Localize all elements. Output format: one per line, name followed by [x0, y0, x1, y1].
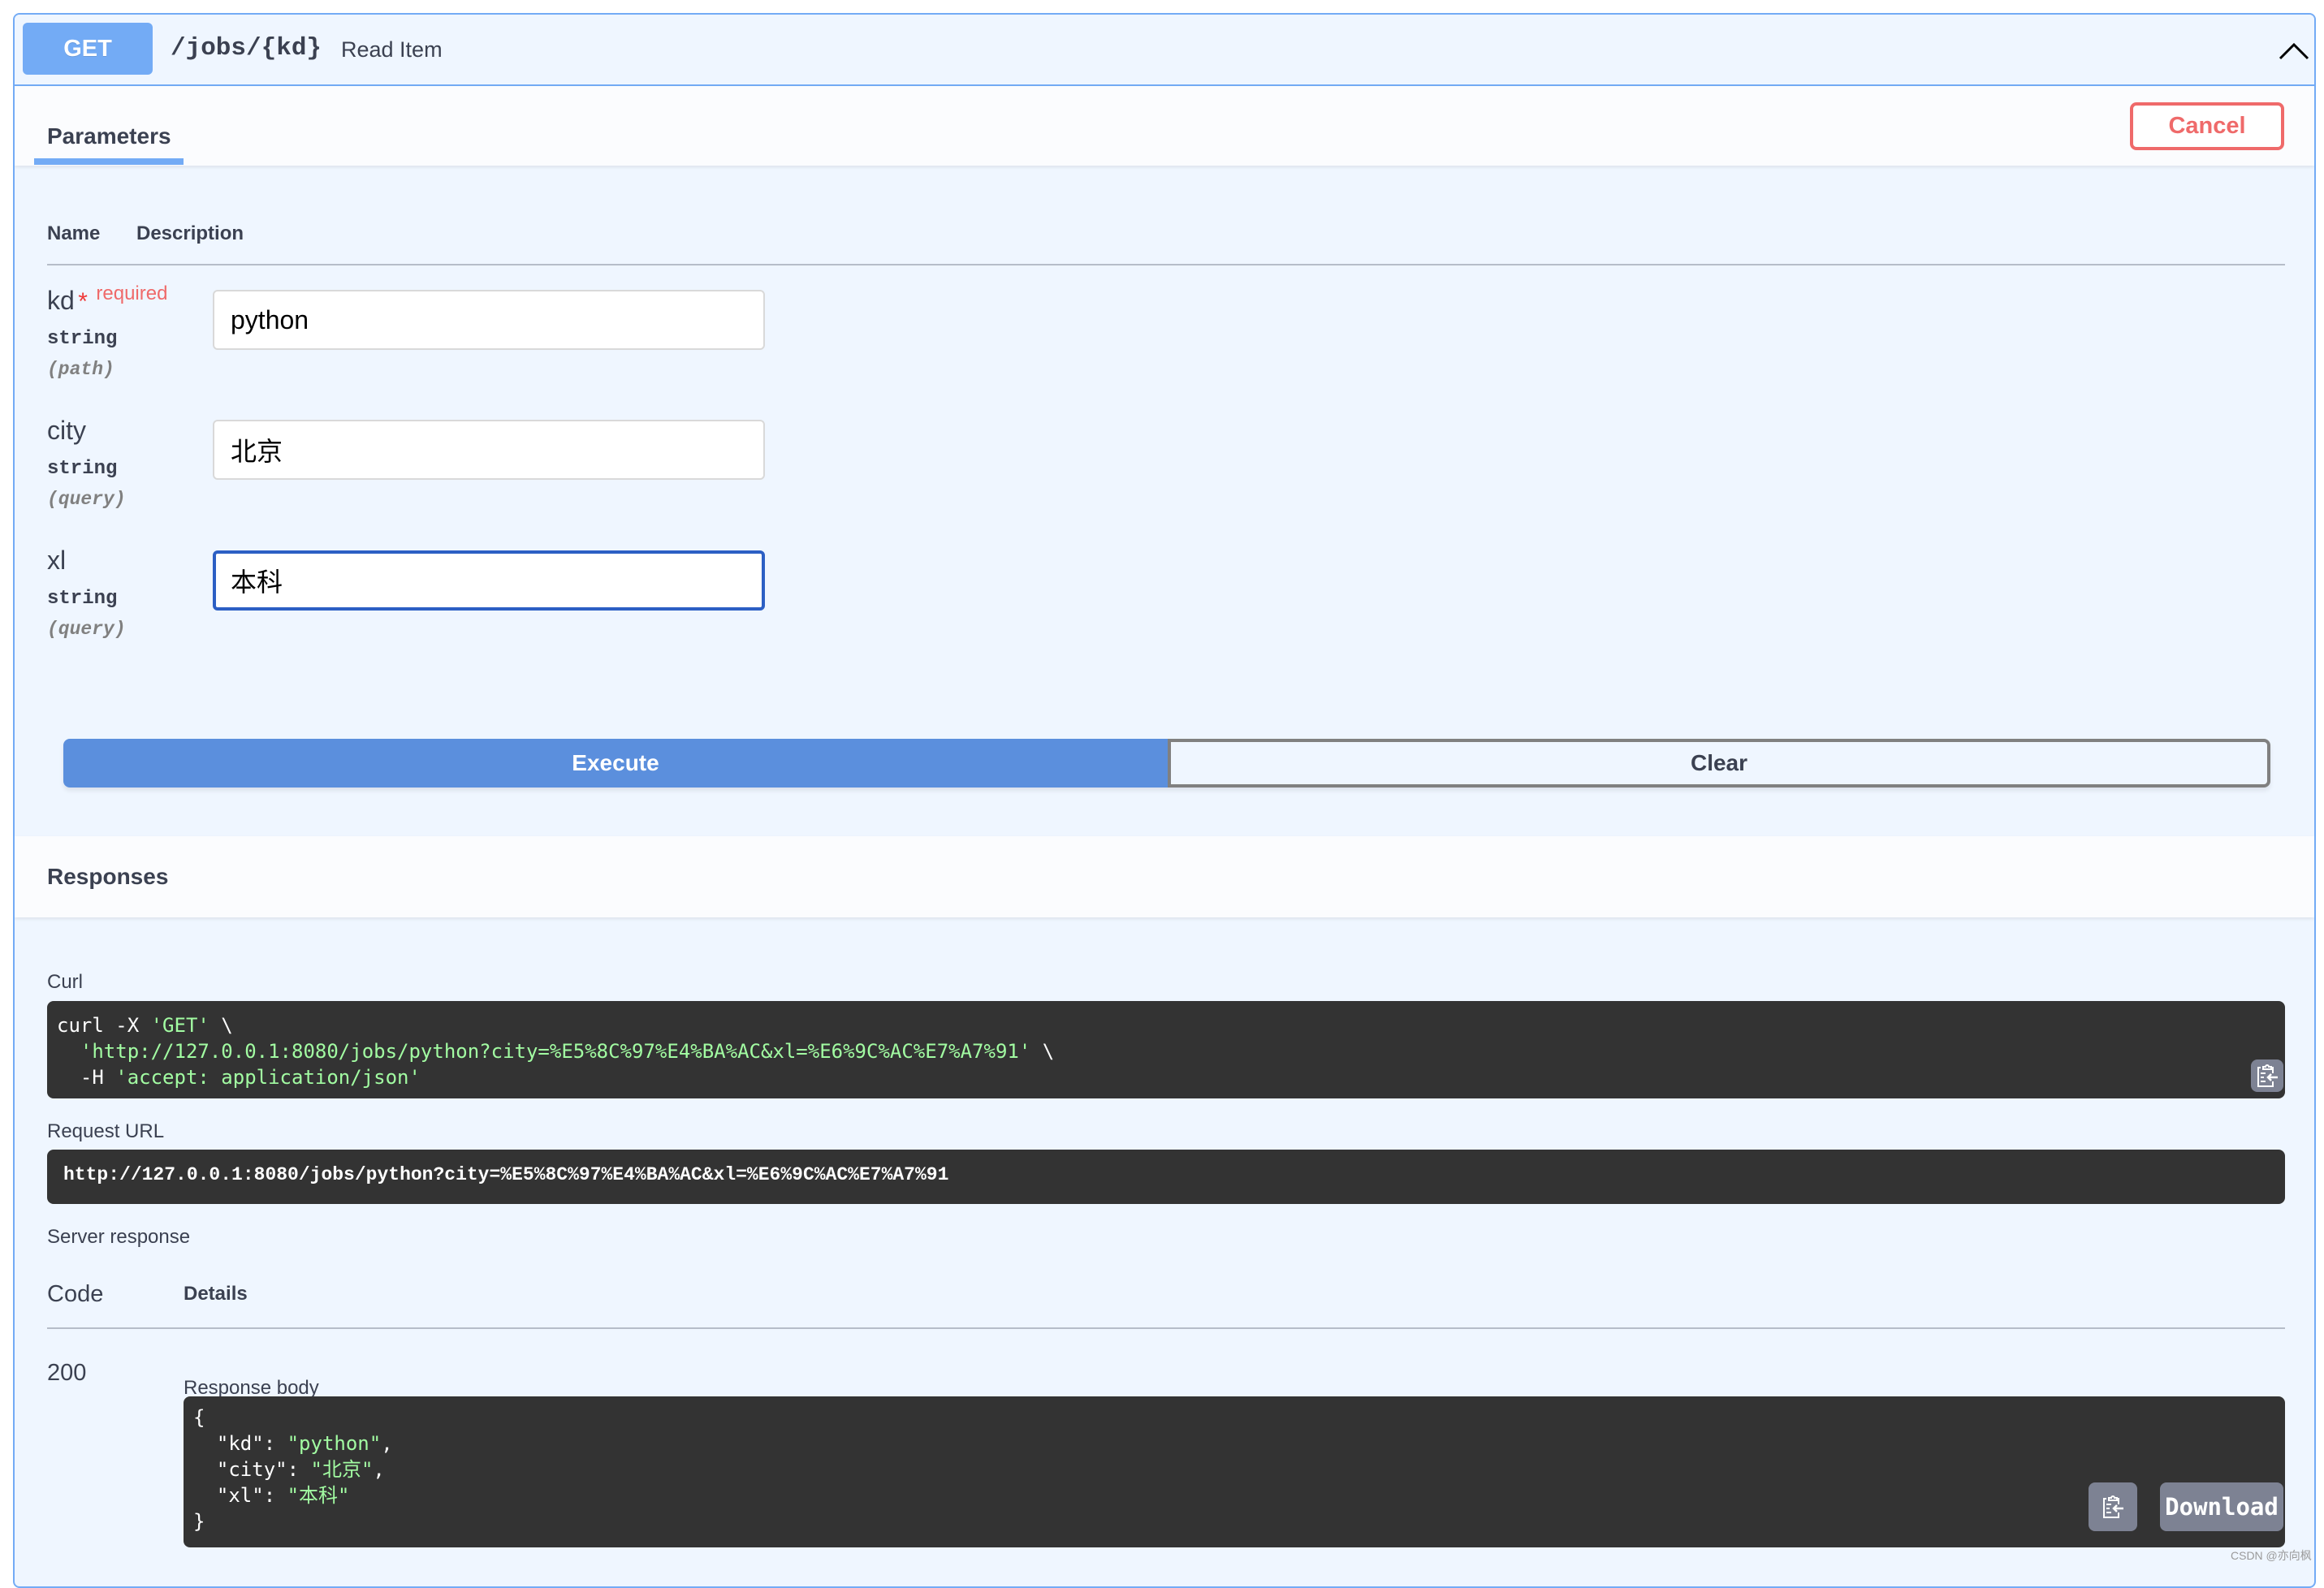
operation-block: GET /jobs/{kd} Read Item Parameters Canc…	[13, 13, 2316, 1588]
operation-summary[interactable]: GET /jobs/{kd} Read Item	[15, 15, 2314, 86]
curl-text: \	[209, 1014, 233, 1037]
required-mark: *	[78, 288, 88, 315]
request-url-block: http://127.0.0.1:8080/jobs/python?city=%…	[47, 1150, 2285, 1204]
param-name: kd	[47, 286, 75, 315]
curl-string: 'GET'	[150, 1014, 210, 1037]
param-type: string	[47, 328, 118, 350]
city-input[interactable]	[213, 420, 765, 480]
json-value: "本科"	[287, 1484, 350, 1507]
curl-command: curl -X 'GET' \ 'http://127.0.0.1:8080/j…	[47, 1001, 2285, 1102]
curl-text	[57, 1040, 80, 1063]
json-text: }	[193, 1510, 205, 1533]
kd-input[interactable]	[213, 290, 765, 350]
param-location: (query)	[47, 619, 126, 640]
responses-header: Responses	[15, 836, 2314, 917]
curl-text: -H	[57, 1066, 116, 1089]
tab-parameters[interactable]: Parameters	[47, 123, 171, 149]
server-response-label: Server response	[47, 1226, 191, 1248]
json-text: {	[193, 1406, 205, 1429]
curl-text: curl -X	[57, 1014, 151, 1037]
column-header-name: Name	[47, 222, 101, 244]
column-header-code: Code	[47, 1281, 104, 1307]
execute-button[interactable]: Execute	[63, 739, 1168, 788]
json-key: "kd":	[193, 1432, 287, 1455]
copy-curl-button[interactable]	[2251, 1059, 2283, 1092]
json-value: "北京"	[310, 1458, 374, 1481]
column-header-description: Description	[136, 222, 244, 244]
parameters-tab-bar: Parameters Cancel	[15, 86, 2314, 166]
chevron-up-icon[interactable]	[2279, 42, 2309, 60]
copy-response-button[interactable]	[2089, 1482, 2137, 1531]
curl-string: 'http://127.0.0.1:8080/jobs/python?city=…	[80, 1040, 1031, 1063]
execute-clear-group: Execute Clear	[63, 739, 2270, 788]
endpoint-path: /jobs/{kd}	[171, 34, 322, 63]
active-tab-indicator	[34, 158, 184, 165]
response-body: { "kd": "python", "city": "北京", "xl": "本…	[193, 1406, 393, 1533]
response-status-code: 200	[47, 1360, 87, 1386]
watermark: CSDN @亦向枫	[2231, 1549, 2312, 1562]
column-header-details: Details	[184, 1283, 248, 1305]
clipboard-copy-icon	[2103, 1495, 2123, 1518]
clear-button[interactable]: Clear	[1168, 739, 2270, 788]
curl-string: 'accept: application/json'	[115, 1066, 421, 1089]
param-type: string	[47, 588, 118, 610]
json-value: "python"	[287, 1432, 382, 1455]
param-type: string	[47, 458, 118, 480]
curl-label: Curl	[47, 971, 84, 993]
clipboard-copy-icon	[2257, 1064, 2278, 1087]
endpoint-summary: Read Item	[341, 37, 443, 62]
header-divider	[47, 264, 2285, 265]
curl-code-block: curl -X 'GET' \ 'http://127.0.0.1:8080/j…	[47, 1001, 2285, 1098]
http-method-badge: GET	[23, 23, 153, 75]
param-kd: kd * required	[47, 283, 168, 316]
json-key: "xl":	[193, 1484, 287, 1507]
download-button[interactable]: Download	[2160, 1482, 2283, 1531]
request-url: http://127.0.0.1:8080/jobs/python?city=%…	[63, 1164, 949, 1185]
param-name: city	[47, 416, 86, 445]
curl-text: \	[1030, 1040, 1055, 1063]
request-url-label: Request URL	[47, 1120, 165, 1142]
cancel-button[interactable]: Cancel	[2130, 102, 2284, 150]
response-header-divider	[47, 1327, 2285, 1329]
required-label: required	[96, 283, 168, 304]
param-name: xl	[47, 546, 67, 575]
json-key: "city":	[193, 1458, 311, 1481]
xl-input[interactable]	[213, 550, 765, 611]
response-body-block: { "kd": "python", "city": "北京", "xl": "本…	[184, 1396, 2285, 1547]
param-location: (query)	[47, 489, 126, 510]
param-location: (path)	[47, 359, 114, 380]
responses-title: Responses	[47, 864, 169, 889]
